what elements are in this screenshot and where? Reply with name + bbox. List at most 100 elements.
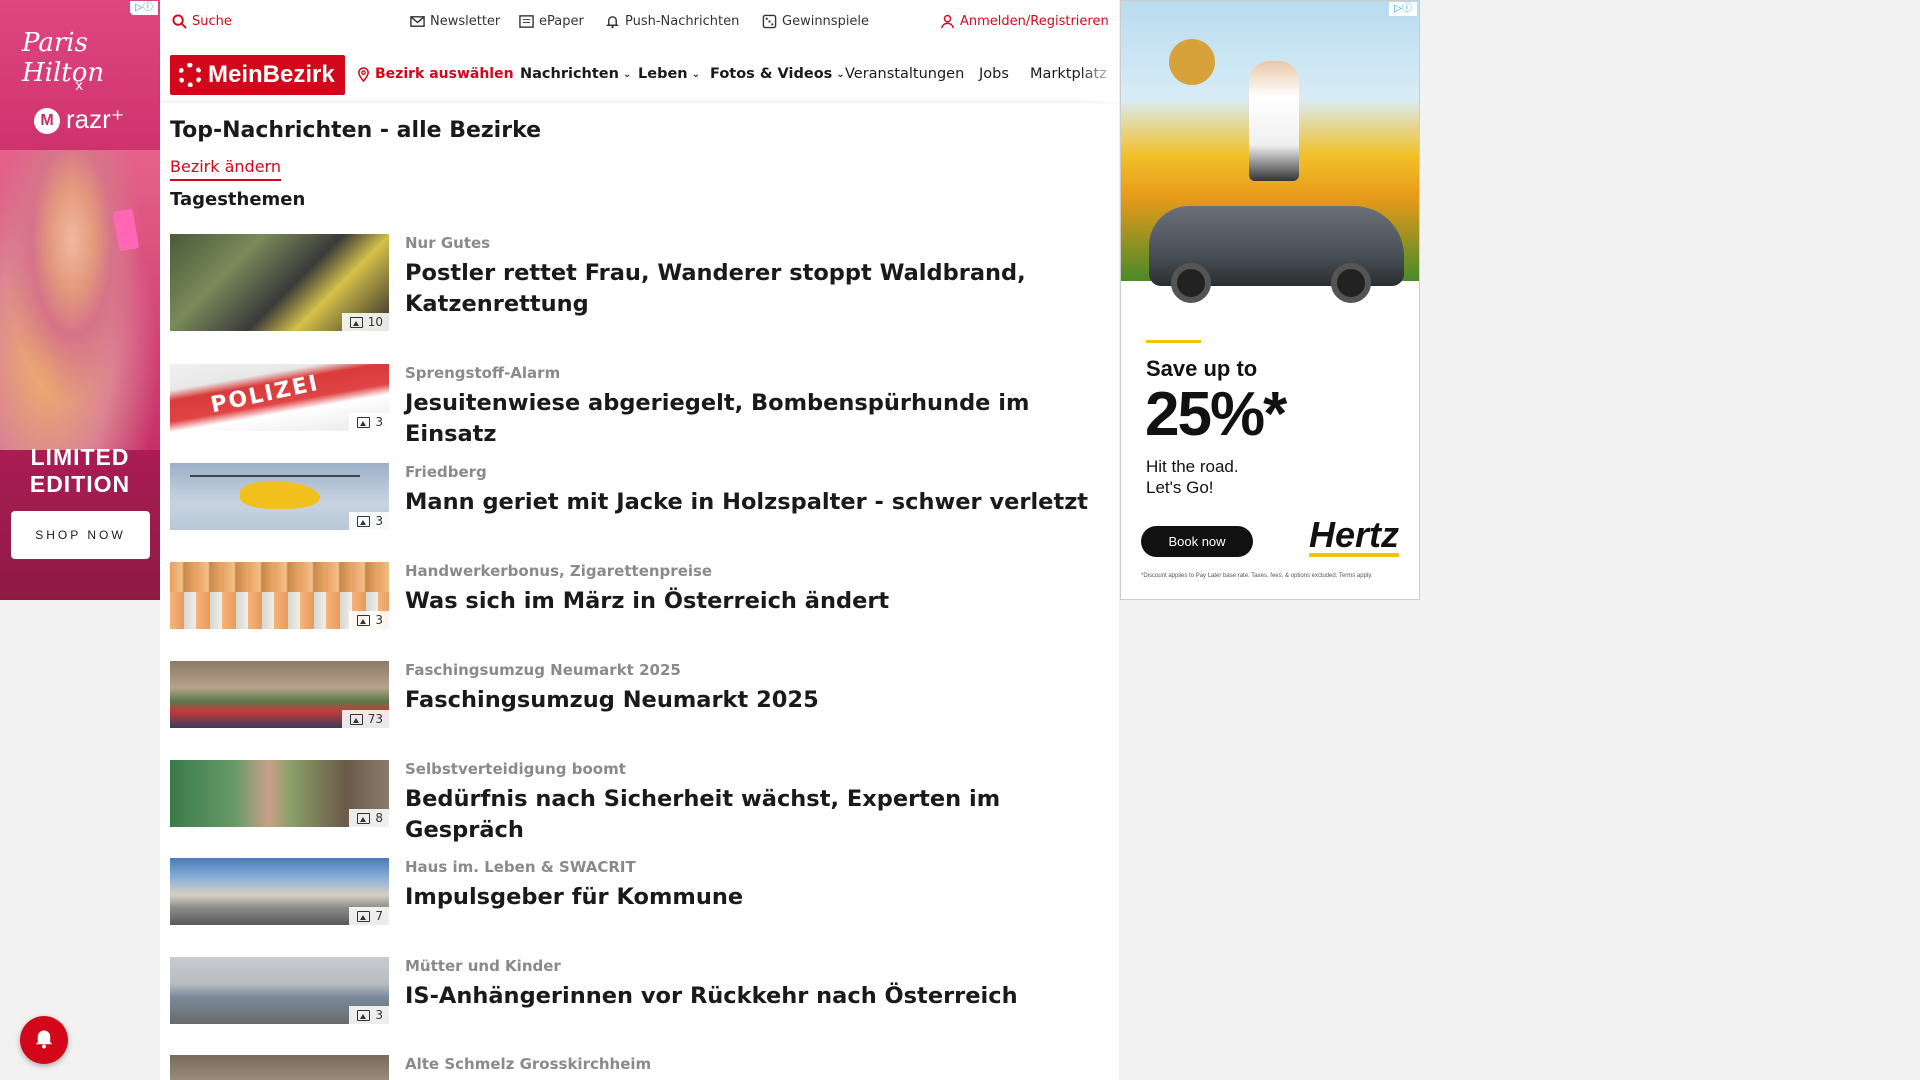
- content-area: Top-Nachrichten - alle Bezirke Bezirk än…: [170, 102, 1110, 210]
- nav-item-fotos-videos[interactable]: Fotos & Videos ⌄: [710, 66, 845, 82]
- article-headline[interactable]: Was sich im März in Österreich ändert: [405, 586, 1095, 617]
- meinbezirk-logo[interactable]: MeinBezirk: [170, 55, 345, 95]
- notification-bell-button[interactable]: [20, 1016, 68, 1064]
- ad-hat-image: [1169, 39, 1215, 85]
- article-item[interactable]: 3 Handwerkerbonus, Zigarettenpreise Was …: [170, 562, 1110, 632]
- image-icon: [357, 1009, 371, 1021]
- image-icon: [349, 713, 363, 725]
- article-headline[interactable]: IS-Anhängerinnen vor Rückkehr nach Öster…: [405, 981, 1095, 1012]
- article-thumbnail[interactable]: 3: [170, 463, 389, 530]
- section-title: Tagesthemen: [170, 189, 306, 210]
- login-link[interactable]: Anmelden/Registrieren: [940, 14, 1109, 29]
- article-thumbnail[interactable]: 7: [170, 858, 389, 925]
- image-icon: [357, 416, 371, 428]
- thumbnail-police-text: POLIZEI: [208, 370, 322, 419]
- nav-item-veranstaltungen[interactable]: Veranstaltungen: [845, 66, 964, 82]
- logo-sun-icon: [178, 63, 202, 87]
- thumbnail-helicopter: [240, 481, 320, 509]
- article-kicker: Handwerkerbonus, Zigarettenpreise: [405, 562, 713, 580]
- image-count-badge: 3: [349, 413, 389, 431]
- right-ad-hertz[interactable]: ▷ⓘ Save up to 25%* Hit the road. Let's G…: [1120, 0, 1420, 600]
- ad-fine-print: *Discount applies to Pay Later base rate…: [1141, 573, 1373, 579]
- image-count-badge: 3: [349, 611, 389, 629]
- article-item[interactable]: 7 Haus im. Leben & SWACRIT Impulsgeber f…: [170, 858, 1110, 928]
- article-thumbnail[interactable]: POLIZEI 3: [170, 364, 389, 431]
- article-kicker: Nur Gutes: [405, 234, 491, 252]
- games-link[interactable]: Gewinnspiele: [762, 14, 869, 29]
- image-count: 73: [367, 712, 383, 726]
- login-label: Anmelden/Registrieren: [960, 14, 1109, 29]
- ad-razr-text: razr⁺: [66, 104, 125, 134]
- image-count-badge: 3: [349, 512, 389, 530]
- nav-item-nachrichten[interactable]: Nachrichten ⌄: [520, 66, 631, 82]
- ad-model-image: [0, 150, 160, 450]
- adchoices-icon[interactable]: ▷ⓘ: [1389, 2, 1417, 16]
- bezirk-select-label: Bezirk auswählen: [375, 66, 514, 82]
- image-count: 3: [375, 514, 383, 528]
- bell-icon: [605, 14, 620, 29]
- article-thumbnail[interactable]: 3: [170, 562, 389, 629]
- map-pin-icon: [356, 66, 371, 82]
- newsletter-link[interactable]: Newsletter: [410, 14, 500, 29]
- image-count-badge: 7: [349, 907, 389, 925]
- image-icon: [357, 812, 371, 824]
- image-count: 7: [375, 909, 383, 923]
- article-kicker: Sprengstoff-Alarm: [405, 364, 561, 382]
- nav-item-jobs[interactable]: Jobs: [979, 66, 1009, 82]
- left-skyscraper-ad[interactable]: ▷ⓘ Paris Hilton x Mrazr⁺ LIMITED EDITION…: [0, 0, 160, 600]
- article-item[interactable]: 73 Faschingsumzug Neumarkt 2025 Fasching…: [170, 661, 1110, 731]
- nav-label: Fotos & Videos: [710, 66, 833, 82]
- article-item[interactable]: 10 Nur Gutes Postler rettet Frau, Wander…: [170, 234, 1110, 334]
- nav-item-leben[interactable]: Leben ⌄: [638, 66, 700, 82]
- bezirk-select[interactable]: Bezirk auswählen: [356, 66, 514, 82]
- article-headline[interactable]: Faschingsumzug Neumarkt 2025: [405, 685, 1095, 716]
- article-kicker: Selbstverteidigung boomt: [405, 760, 626, 778]
- search-label: Suche: [192, 14, 232, 29]
- image-icon: [357, 614, 371, 626]
- chevron-down-icon: ⌄: [691, 68, 701, 80]
- epaper-label: ePaper: [539, 14, 584, 29]
- article-item[interactable]: 3 Mütter und Kinder IS-Anhängerinnen vor…: [170, 957, 1110, 1027]
- article-thumbnail[interactable]: 10: [170, 234, 389, 331]
- image-count-badge: 3: [349, 1006, 389, 1024]
- nav-fade: [1079, 46, 1119, 102]
- games-label: Gewinnspiele: [782, 14, 870, 29]
- article-item[interactable]: 3 Friedberg Mann geriet mit Jacke in Hol…: [170, 463, 1110, 533]
- article-item[interactable]: 8 Selbstverteidigung boomt Bedürfnis nac…: [170, 760, 1110, 843]
- main-column: Suche Newsletter ePaper Push-Nachrichten…: [160, 0, 1119, 1080]
- image-icon: [357, 910, 371, 922]
- page-title: Top-Nachrichten - alle Bezirke: [170, 118, 542, 143]
- search-link[interactable]: Suche: [172, 14, 232, 29]
- nav-label: Veranstaltungen: [845, 66, 965, 82]
- ad-percent: 25%*: [1145, 380, 1287, 449]
- image-count-badge: 73: [341, 710, 389, 728]
- hertz-logo: Hertz: [1309, 514, 1400, 557]
- chevron-down-icon: ⌄: [622, 68, 632, 80]
- article-headline[interactable]: Postler rettet Frau, Wanderer stoppt Wal…: [405, 258, 1095, 320]
- ad-book-now-button[interactable]: Book now: [1141, 526, 1253, 557]
- article-headline[interactable]: Bedürfnis nach Sicherheit wächst, Expert…: [405, 784, 1095, 846]
- motorola-logo-icon: M: [34, 108, 60, 135]
- ad-shop-now-button[interactable]: SHOP NOW: [11, 511, 150, 559]
- article-thumbnail[interactable]: 3: [170, 957, 389, 1024]
- top-utility-bar: Suche Newsletter ePaper Push-Nachrichten…: [160, 0, 1119, 46]
- ad-limited-edition: LIMITED EDITION: [29, 444, 131, 497]
- article-thumbnail[interactable]: 8: [170, 760, 389, 827]
- user-icon: [940, 14, 955, 29]
- article-item[interactable]: Alte Schmelz Grosskirchheim: [170, 1055, 1110, 1080]
- change-bezirk-link[interactable]: Bezirk ändern: [170, 157, 281, 181]
- adchoices-icon[interactable]: ▷ⓘ: [130, 1, 158, 15]
- ad-brand-razr: Mrazr⁺: [34, 104, 125, 135]
- newsletter-label: Newsletter: [430, 14, 501, 29]
- article-thumbnail[interactable]: [170, 1055, 389, 1080]
- article-headline[interactable]: Mann geriet mit Jacke in Holzspalter - s…: [405, 487, 1095, 518]
- epaper-link[interactable]: ePaper: [519, 14, 584, 29]
- image-count: 3: [375, 1008, 383, 1022]
- article-headline[interactable]: Jesuitenwiese abgeriegelt, Bombenspürhun…: [405, 388, 1095, 450]
- push-link[interactable]: Push-Nachrichten: [605, 14, 739, 29]
- article-headline[interactable]: Impulsgeber für Kommune: [405, 882, 1095, 913]
- newspaper-icon: [519, 14, 534, 29]
- article-item[interactable]: POLIZEI 3 Sprengstoff-Alarm Jesuitenwies…: [170, 364, 1110, 447]
- image-count: 3: [375, 415, 383, 429]
- article-thumbnail[interactable]: 73: [170, 661, 389, 728]
